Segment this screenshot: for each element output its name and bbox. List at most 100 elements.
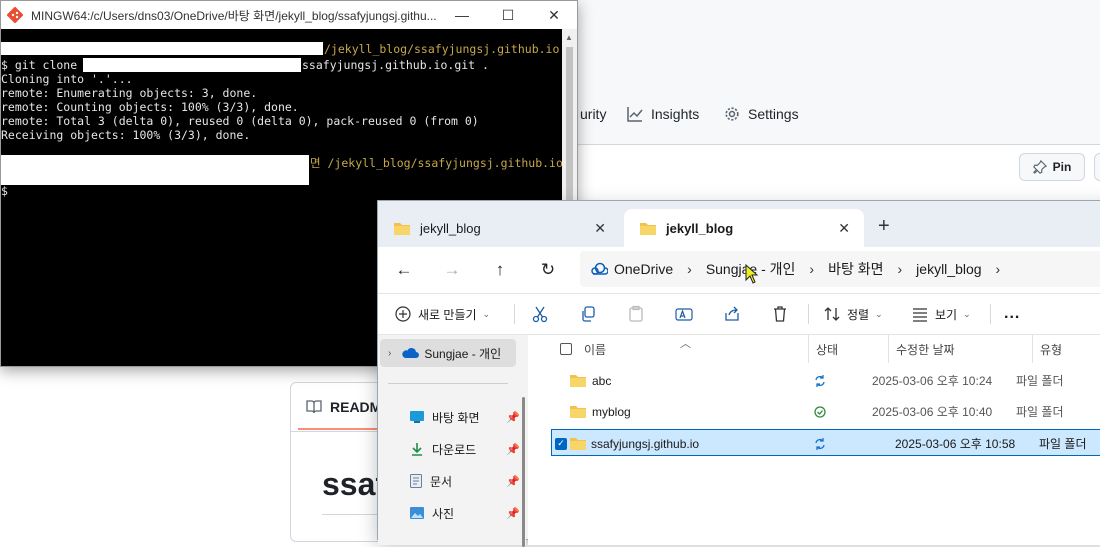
delete-button[interactable] (771, 294, 789, 334)
column-label: 상태 (816, 342, 839, 357)
list-item-ssafyjungsj-github-io[interactable]: ✓ ssafyjungsj.github.io 2025-03-06 오후 10… (551, 429, 1100, 456)
chevron-right-icon[interactable]: › (687, 261, 692, 277)
scrollbar-thumb[interactable] (566, 47, 573, 217)
sync-icon (814, 430, 826, 457)
back-button[interactable]: ← (390, 257, 418, 283)
redacted-block (83, 58, 301, 72)
nav-item-documents[interactable]: 문서 📌 (410, 469, 520, 493)
file-explorer-window[interactable]: jekyll_blog ✕ jekyll_blog ✕ + ← → ↑ ↻ On… (377, 200, 1100, 547)
pin-button[interactable]: Pin (1019, 153, 1085, 181)
tab-settings[interactable]: Settings (724, 104, 799, 124)
onedrive-cloud-icon (402, 348, 420, 358)
new-button-label: 새로 만들기 (418, 307, 477, 322)
scroll-up-arrow[interactable]: ▲ (565, 33, 573, 42)
share-icon (725, 306, 739, 321)
breadcrumb-onedrive[interactable]: OneDrive (614, 261, 673, 277)
column-divider[interactable] (808, 335, 809, 363)
tab-label: jekyll_blog (666, 220, 734, 236)
terminal-line: remote: Counting objects: 100% (3/3), do… (1, 100, 299, 114)
close-button[interactable]: ✕ (531, 1, 577, 29)
download-icon (412, 443, 422, 456)
pin-icon: 📌 (506, 443, 520, 456)
available-check-icon (814, 398, 826, 425)
plus-circle-icon (395, 306, 411, 322)
divider (388, 383, 508, 384)
maximize-button[interactable]: ☐ (485, 1, 531, 29)
minimize-button[interactable]: — (439, 1, 485, 29)
git-bash-icon (7, 7, 23, 23)
tab-insights[interactable]: Insights (627, 104, 699, 124)
divider (808, 304, 809, 324)
breadcrumb-jekyll-blog[interactable]: jekyll_blog (916, 261, 981, 277)
column-header-name[interactable]: 이름 (584, 335, 606, 363)
tab-jekyll-blog-2[interactable]: jekyll_blog ✕ (624, 209, 864, 247)
copy-icon (582, 306, 595, 322)
document-icon (410, 474, 422, 488)
breadcrumb-desktop[interactable]: 바탕 화면 (828, 259, 883, 279)
chevron-right-icon[interactable]: › (809, 261, 814, 277)
new-button[interactable]: 새로 만들기 ⌄ (394, 294, 490, 334)
terminal-titlebar[interactable]: MINGW64:/c/Users/dns03/OneDrive/바탕 화면/je… (1, 1, 577, 29)
rename-button[interactable] (675, 294, 693, 334)
paste-button[interactable] (627, 294, 645, 334)
terminal-line: remote: Total 3 (delta 0), reused 0 (del… (1, 114, 479, 128)
nav-item-downloads[interactable]: 다운로드 📌 (410, 437, 520, 461)
more-options-button[interactable]: ... (1004, 294, 1020, 334)
date-modified: 2025-03-06 오후 10:40 (872, 405, 993, 419)
navigation-pane: › Sungjae - 개인 바탕 화면 📌 다운로드 📌 문서 📌 사진 📌 (378, 335, 526, 547)
column-header-type[interactable]: 유형 (1040, 335, 1062, 363)
copy-button[interactable] (579, 294, 597, 334)
terminal-line-path: /jekyll_blog/ssafyjungsj.github.io (324, 42, 560, 56)
nav-item-desktop[interactable]: 바탕 화면 📌 (410, 405, 520, 429)
new-tab-button[interactable]: + (878, 215, 890, 238)
row-checkbox[interactable]: ✓ (555, 430, 567, 457)
pin-icon (1032, 160, 1047, 174)
list-item-myblog[interactable]: myblog 2025-03-06 오후 10:40 파일 폴더 (552, 398, 1100, 425)
nav-item-onedrive[interactable]: › Sungjae - 개인 (380, 339, 516, 367)
date-modified: 2025-03-06 오후 10:58 (895, 437, 1016, 451)
tab-security-label: urity (580, 106, 607, 122)
file-type: 파일 폴더 (1016, 405, 1064, 419)
nav-item-label: 문서 (430, 474, 453, 489)
nav-pane-scrollbar[interactable] (522, 397, 525, 547)
chevron-down-icon: ⌄ (482, 308, 491, 319)
breadcrumb[interactable]: OneDrive › Sungjae - 개인 › 바탕 화면 › jekyll… (580, 251, 1100, 287)
redacted-block (1, 155, 309, 185)
check-icon: ✓ (555, 437, 567, 450)
share-button[interactable] (723, 294, 741, 334)
divider (514, 304, 515, 324)
folder-icon (570, 438, 586, 450)
chevron-right-icon[interactable]: › (388, 348, 391, 359)
close-icon[interactable]: ✕ (594, 220, 606, 237)
list-item-abc[interactable]: abc 2025-03-06 오후 10:24 파일 폴더 (552, 367, 1100, 394)
folder-icon (394, 222, 410, 235)
cut-button[interactable] (531, 294, 549, 334)
column-header-date[interactable]: 수정한 날짜 (896, 335, 955, 363)
picture-icon (410, 507, 424, 519)
trash-icon (774, 306, 786, 322)
chevron-right-icon[interactable]: › (996, 261, 1001, 277)
column-divider[interactable] (888, 335, 889, 363)
up-button[interactable]: ↑ (486, 257, 514, 283)
sort-button[interactable]: 정렬 ⌄ (823, 294, 883, 334)
watch-button[interactable] (1094, 153, 1100, 181)
select-all-checkbox[interactable] (560, 335, 572, 363)
tab-jekyll-blog-1[interactable]: jekyll_blog ✕ (378, 209, 620, 247)
folder-icon (570, 406, 586, 418)
chevron-right-icon[interactable]: › (898, 261, 903, 277)
view-button[interactable]: 보기 ⌄ (911, 294, 971, 334)
forward-button[interactable]: → (438, 257, 466, 283)
nav-item-label: 사진 (432, 506, 455, 521)
file-name: myblog (592, 404, 631, 419)
tab-security[interactable]: urity (580, 104, 606, 124)
pin-icon: 📌 (506, 475, 520, 488)
nav-item-pictures[interactable]: 사진 📌 (410, 501, 520, 525)
column-label: 이름 (584, 342, 607, 357)
nav-item-label: 다운로드 (432, 442, 477, 457)
terminal-line: Cloning into '.'... (1, 72, 133, 86)
refresh-button[interactable]: ↻ (534, 257, 562, 283)
column-header-status[interactable]: 상태 (816, 335, 838, 363)
pin-icon: 📌 (506, 411, 520, 424)
column-divider[interactable] (1032, 335, 1033, 363)
close-icon[interactable]: ✕ (838, 220, 850, 237)
